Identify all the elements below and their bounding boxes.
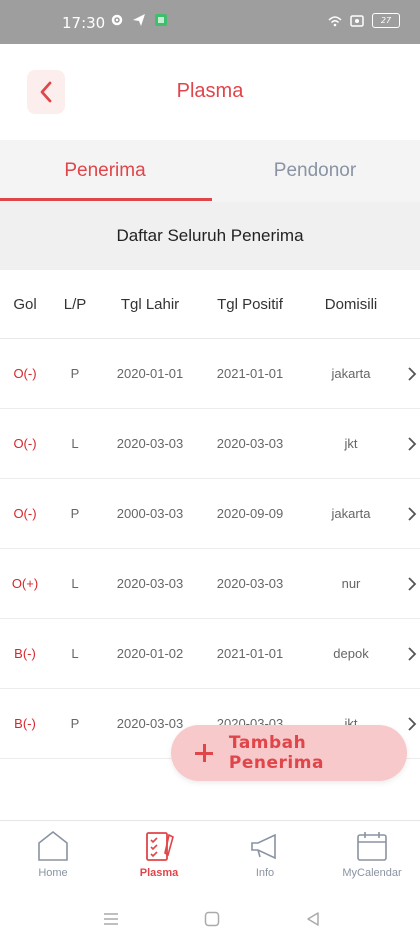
clipboard-check-icon xyxy=(146,832,174,861)
calendar-icon xyxy=(357,832,387,861)
cell-lp: P xyxy=(70,366,80,381)
cell-tgl-lahir: 2020-01-02 xyxy=(116,646,184,661)
megaphone-icon xyxy=(251,833,276,860)
cell-tgl-positif: 2021-01-01 xyxy=(216,646,284,661)
app-bar: Plasma xyxy=(0,44,420,141)
cell-tgl-positif: 2021-01-01 xyxy=(216,366,284,381)
cell-domisili: jakarta xyxy=(331,506,371,521)
table-row[interactable]: O(-) P 2020-01-01 2021-01-01 jakarta xyxy=(0,339,420,409)
send-icon xyxy=(133,14,145,26)
cell-lp: L xyxy=(71,646,79,661)
cell-tgl-lahir: 2000-03-03 xyxy=(116,506,184,521)
cell-domisili: depok xyxy=(333,646,369,661)
nav-plasma-label: Plasma xyxy=(139,867,179,879)
gear-icon xyxy=(111,14,123,26)
nav-home-label: Home xyxy=(38,867,68,879)
nav-info-label: Info xyxy=(255,867,275,879)
screen-record-icon xyxy=(350,14,364,27)
cell-tgl-positif: 2020-03-03 xyxy=(216,436,284,451)
battery-indicator: 27 xyxy=(372,13,400,28)
table-row[interactable]: O(+) L 2020-03-03 2020-03-03 nur xyxy=(0,549,420,619)
active-tab-indicator xyxy=(0,198,212,201)
cell-tgl-lahir: 2020-03-03 xyxy=(116,576,184,591)
nav-home[interactable]: Home xyxy=(13,829,93,893)
cell-gol: O(-) xyxy=(13,506,37,521)
add-recipient-label: Tambah Penerima xyxy=(228,733,324,773)
tab-penerima[interactable]: Penerima xyxy=(0,140,210,202)
nav-info[interactable]: Info xyxy=(225,829,305,893)
cell-tgl-positif: 2020-09-09 xyxy=(216,506,284,521)
cell-gol: B(-) xyxy=(14,716,36,731)
chevron-right-icon[interactable] xyxy=(404,549,420,618)
cell-lp: P xyxy=(70,506,80,521)
bottom-nav: Home Plasma Info MyCalendar xyxy=(0,820,420,895)
back-triangle-icon[interactable] xyxy=(306,911,320,927)
tab-pendonor[interactable]: Pendonor xyxy=(210,140,420,202)
header-lp: L/P xyxy=(63,295,87,313)
home-square-icon[interactable] xyxy=(204,911,220,927)
app-notification-icon xyxy=(155,14,167,26)
cell-tgl-lahir: 2020-03-03 xyxy=(116,436,184,451)
cell-lp: L xyxy=(71,436,79,451)
chevron-right-icon[interactable] xyxy=(404,339,420,408)
nav-plasma[interactable]: Plasma xyxy=(119,829,199,893)
cell-gol: O(+) xyxy=(11,576,39,591)
page-title: Plasma xyxy=(176,80,244,102)
add-recipient-button[interactable]: Tambah Penerima xyxy=(171,725,407,781)
cell-gol: O(-) xyxy=(13,436,37,451)
chevron-right-icon[interactable] xyxy=(404,619,420,688)
system-nav-bar xyxy=(0,894,420,940)
header-domisili: Domisili xyxy=(324,295,378,313)
status-bar: 17:30 27 xyxy=(0,0,420,44)
table-row[interactable]: O(-) L 2020-03-03 2020-03-03 jkt xyxy=(0,409,420,479)
menu-icon[interactable] xyxy=(103,912,119,926)
table-header: Gol L/P Tgl Lahir Tgl Positif Domisili xyxy=(0,270,420,339)
cell-domisili: nur xyxy=(341,576,361,591)
status-icons-right: 27 xyxy=(328,13,400,28)
table-row[interactable]: B(-) L 2020-01-02 2021-01-01 depok xyxy=(0,619,420,689)
nav-mycalendar[interactable]: MyCalendar xyxy=(332,829,412,893)
cell-domisili: jakarta xyxy=(331,366,371,381)
tab-bar: Penerima Pendonor xyxy=(0,140,420,202)
cell-lp: L xyxy=(71,576,79,591)
recipient-table: Gol L/P Tgl Lahir Tgl Positif Domisili O… xyxy=(0,270,420,759)
home-icon xyxy=(38,830,68,861)
header-gol: Gol xyxy=(13,295,37,313)
cell-gol: B(-) xyxy=(14,646,36,661)
table-row[interactable]: O(-) P 2000-03-03 2020-09-09 jakarta xyxy=(0,479,420,549)
header-tgl-positif: Tgl Positif xyxy=(217,295,283,313)
chevron-right-icon[interactable] xyxy=(404,479,420,548)
cell-gol: O(-) xyxy=(13,366,37,381)
cell-lp: P xyxy=(70,716,80,731)
cell-tgl-positif: 2020-03-03 xyxy=(216,576,284,591)
chevron-right-icon[interactable] xyxy=(404,409,420,478)
status-icons-left xyxy=(110,13,168,27)
cell-tgl-lahir: 2020-01-01 xyxy=(116,366,184,381)
header-tgl-lahir: Tgl Lahir xyxy=(120,295,180,313)
section-title: Daftar Seluruh Penerima xyxy=(0,202,420,270)
nav-mycalendar-label: MyCalendar xyxy=(342,867,402,879)
cell-domisili: jkt xyxy=(344,436,358,451)
status-time: 17:30 xyxy=(62,14,106,32)
plus-icon xyxy=(193,742,215,764)
wifi-icon xyxy=(328,15,342,26)
